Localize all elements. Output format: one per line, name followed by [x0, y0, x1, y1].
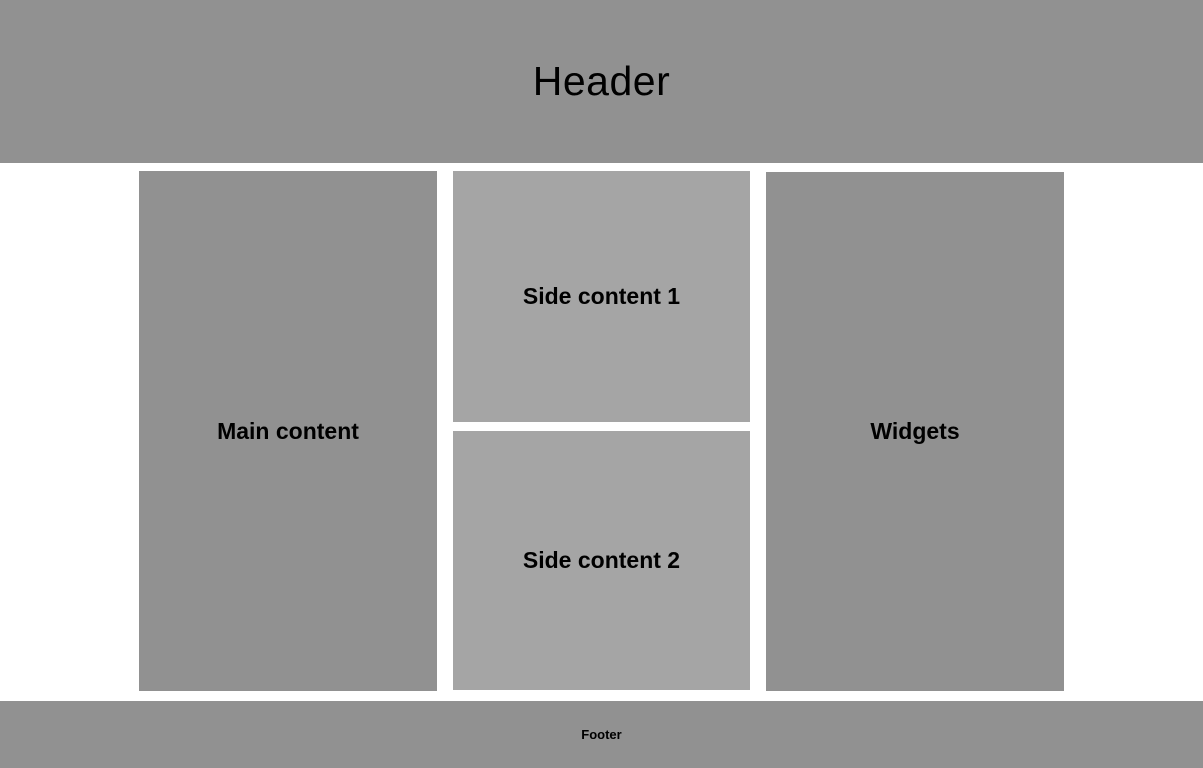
side-content-2-block: Side content 2 [453, 431, 750, 690]
main-content-label: Main content [217, 417, 359, 444]
side-content-2-label: Side content 2 [522, 547, 681, 573]
widgets-label: Widgets [870, 418, 960, 444]
layout-diagram: Header Main content Side content 1 Side … [0, 0, 1203, 768]
side-content-1-block: Side content 1 [453, 171, 750, 422]
widgets-block: Widgets [766, 172, 1064, 691]
main-content-block: Main content [139, 171, 437, 691]
side-content-1-label: Side content 1 [522, 283, 681, 309]
header-block: Header [0, 0, 1203, 163]
header-label: Header [532, 58, 671, 104]
footer-label: Footer [581, 727, 622, 742]
footer-block: Footer [0, 701, 1203, 768]
